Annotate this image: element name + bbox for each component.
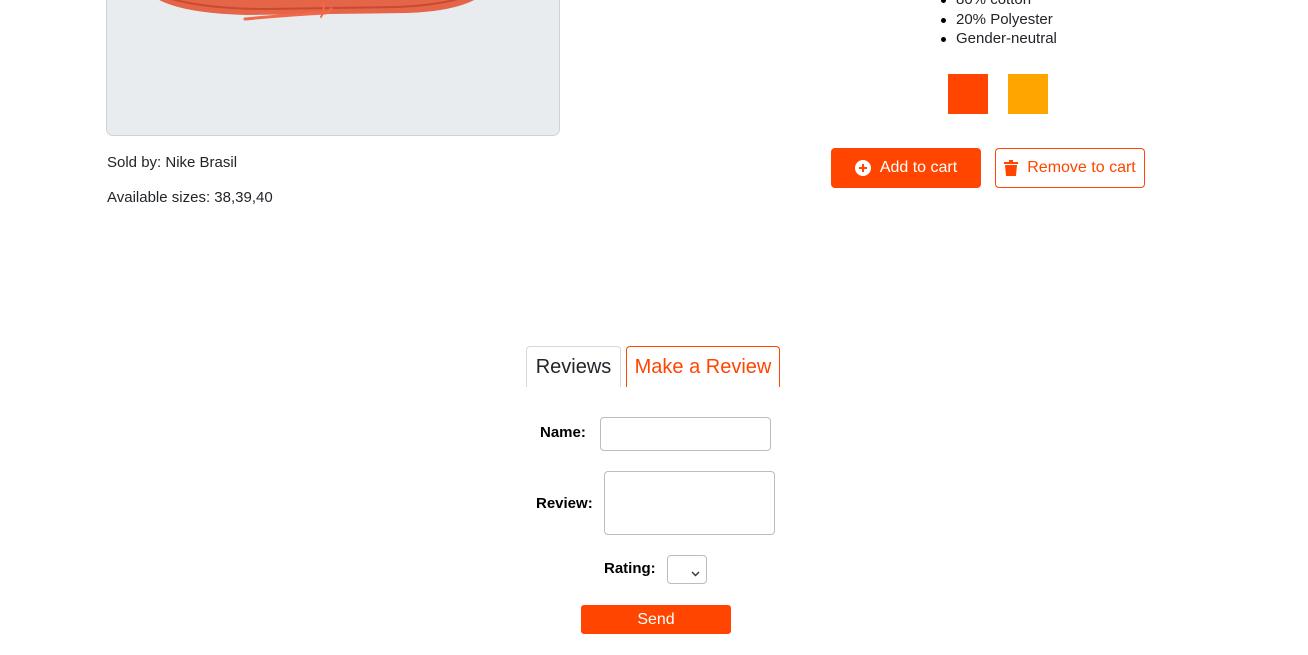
description-item: 20% Polyester <box>941 10 1057 30</box>
chevron-down-icon <box>691 565 700 583</box>
plus-circle-icon <box>854 160 871 176</box>
trash-icon <box>1004 160 1019 176</box>
description-item: Gender-neutral <box>941 30 1057 47</box>
rating-select[interactable] <box>667 555 707 584</box>
sold-by-text: Sold by: Nike Brasil <box>107 154 238 171</box>
description-item: 80% cotton <box>941 0 1057 10</box>
tab-make-a-review[interactable]: Make a Review <box>626 346 780 387</box>
review-textarea[interactable] <box>604 471 775 535</box>
name-input[interactable] <box>600 417 771 451</box>
color-swatch-orange-red[interactable] <box>948 74 988 114</box>
product-page: Sold by: Nike Brasil Available sizes: 38… <box>0 0 1308 655</box>
tab-reviews[interactable]: Reviews <box>526 346 621 387</box>
review-label: Review: <box>536 495 593 512</box>
product-image <box>106 0 560 136</box>
sneaker-image <box>159 0 475 21</box>
remove-from-cart-label: Remove to cart <box>1027 159 1136 176</box>
add-to-cart-button[interactable]: Add to cart <box>831 148 981 188</box>
send-button[interactable]: Send <box>581 605 731 634</box>
name-label: Name: <box>540 424 586 441</box>
rating-label: Rating: <box>604 560 656 577</box>
remove-from-cart-button[interactable]: Remove to cart <box>995 148 1145 188</box>
available-sizes-text: Available sizes: 38,39,40 <box>107 189 273 206</box>
product-description-list: 80% cotton 20% Polyester Gender-neutral <box>941 0 1057 49</box>
color-swatch-orange[interactable] <box>1008 74 1048 114</box>
add-to-cart-label: Add to cart <box>879 159 958 176</box>
